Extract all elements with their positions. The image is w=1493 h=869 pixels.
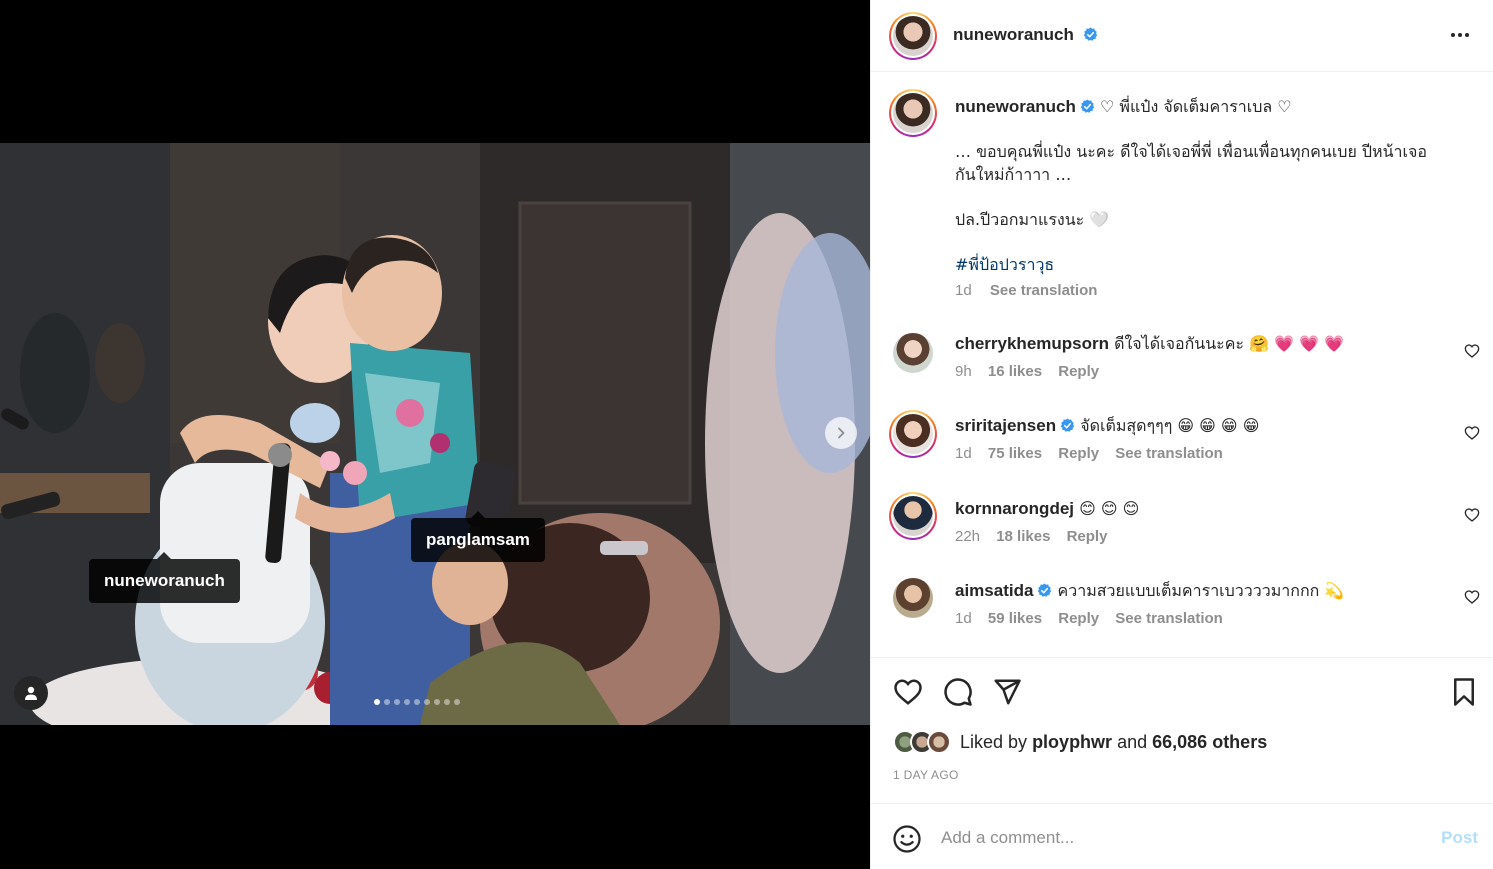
user-tag-nuneworanuch[interactable]: nuneworanuch <box>89 552 240 603</box>
comment-likes[interactable]: 59 likes <box>988 610 1042 627</box>
comment-item: cherrykhemupsorn ดีใจได้เจอกันนะคะ 🤗 💗 💗… <box>955 332 1435 380</box>
liker-avatar[interactable] <box>927 730 951 754</box>
comment-item: kornnarongdej 😊 😊 😊 22h 18 likes Reply <box>955 497 1435 545</box>
comment-avatar[interactable] <box>889 492 937 540</box>
comment-likes[interactable]: 16 likes <box>988 363 1042 380</box>
reply-button[interactable]: Reply <box>1058 445 1099 462</box>
person-icon <box>25 686 37 700</box>
comment-likes[interactable]: 18 likes <box>996 528 1050 545</box>
more-dot <box>1465 33 1469 37</box>
comment-like-heart-icon[interactable] <box>1464 343 1480 359</box>
liked-by-user[interactable]: ployphwr <box>1032 732 1112 752</box>
add-comment-bar: Post <box>871 805 1493 869</box>
caption-username[interactable]: nuneworanuch <box>955 97 1076 116</box>
caption-hashtag[interactable]: #พี่ป้อปวราวุธ <box>955 253 1475 276</box>
caption: nuneworanuch ♡ พี่แป๋ง จัดเต็มคาราเบล ♡ … <box>955 95 1475 299</box>
comment-text: 😊 😊 😊 <box>1079 499 1140 518</box>
post-details-panel: nuneworanuch nuneworanuch ♡ พี่แป๋ง จัดเ… <box>870 0 1493 869</box>
carousel-dot <box>444 699 450 705</box>
reply-button[interactable]: Reply <box>1058 363 1099 380</box>
comment-username[interactable]: cherrykhemupsorn <box>955 334 1109 353</box>
more-dot <box>1458 33 1462 37</box>
photo-illustration <box>0 143 870 725</box>
comment-likes[interactable]: 75 likes <box>988 445 1042 462</box>
carousel-dot <box>384 699 390 705</box>
carousel-indicator <box>374 699 460 705</box>
show-tags-button[interactable] <box>14 676 48 710</box>
comment-text: จัดเต็มสุดๆๆๆ 😁 😁 😁 😁 <box>1080 416 1260 435</box>
verified-badge-icon <box>1080 99 1095 113</box>
carousel-dot <box>414 699 420 705</box>
caption-line-3: ปล.ปีวอกมาแรงนะ 🤍 <box>955 210 1110 229</box>
caption-title: ♡ พี่แป๋ง จัดเต็มคาราเบล ♡ <box>1100 97 1292 116</box>
post-header: nuneworanuch <box>871 0 1493 72</box>
liked-and: and <box>1117 731 1148 752</box>
emoji-icon[interactable] <box>892 824 922 854</box>
comment-username[interactable]: kornnarongdej <box>955 499 1074 518</box>
comment-like-heart-icon[interactable] <box>1464 589 1480 605</box>
verified-badge-icon <box>1060 418 1075 432</box>
header-avatar[interactable] <box>889 12 937 60</box>
comment-like-heart-icon[interactable] <box>1464 425 1480 441</box>
post-dialog: nuneworanuch panglamsam nuneworanuch nun… <box>0 0 1493 869</box>
caption-time[interactable]: 1d <box>955 282 972 299</box>
see-translation-link[interactable]: See translation <box>1115 445 1223 462</box>
caption-avatar[interactable] <box>889 89 937 137</box>
comment-avatar[interactable] <box>893 333 933 373</box>
more-horizontal-icon <box>1451 33 1455 37</box>
header-username[interactable]: nuneworanuch <box>953 25 1074 44</box>
carousel-dot <box>374 699 380 705</box>
comment-avatar[interactable] <box>893 578 933 618</box>
carousel-dot <box>424 699 430 705</box>
verified-badge-icon <box>1038 583 1052 597</box>
comment-text: ความสวยแบบเต็มคาราเบววววมากกก 💫 <box>1057 581 1345 600</box>
carousel-dot <box>454 699 460 705</box>
comment-avatar[interactable] <box>889 410 937 458</box>
comment-time[interactable]: 1d <box>955 610 972 627</box>
bookmark-icon[interactable] <box>1449 677 1479 707</box>
caption-line-2: กันใหม่ก้าาาา … <box>955 165 1072 184</box>
verified-badge-icon <box>1083 27 1097 41</box>
comment-item: aimsatida ความสวยแบบเต็มคาราเบววววมากกก … <box>955 579 1435 627</box>
more-options-button[interactable] <box>1448 25 1472 45</box>
chevron-right-icon <box>838 427 845 439</box>
carousel-dot <box>394 699 400 705</box>
heart-icon[interactable] <box>893 677 923 707</box>
media-pane: nuneworanuch panglamsam <box>0 0 870 869</box>
post-actions: Liked by ployphwr and 66,086 others 1 DA… <box>871 659 1493 804</box>
comment-time[interactable]: 22h <box>955 528 980 545</box>
see-translation-link[interactable]: See translation <box>990 282 1098 299</box>
carousel-dot <box>404 699 410 705</box>
caption-line-1: … ขอบคุณพี่แป๋ง นะคะ ดีใจได้เจอพี่พี่ เพ… <box>955 142 1427 161</box>
comment-username[interactable]: aimsatida <box>955 581 1033 600</box>
comment-input[interactable] <box>941 825 1411 851</box>
post-timestamp[interactable]: 1 DAY AGO <box>893 768 959 782</box>
share-icon[interactable] <box>992 677 1022 707</box>
carousel-next-button[interactable] <box>825 417 857 449</box>
comment-text: ดีใจได้เจอกันนะคะ 🤗 💗 💗 💗 <box>1114 334 1345 353</box>
comment-item: sriritajensen จัดเต็มสุดๆๆๆ 😁 😁 😁 😁 1d 7… <box>955 414 1435 462</box>
post-comment-button[interactable]: Post <box>1441 828 1478 848</box>
user-tag-panglamsam[interactable]: panglamsam <box>411 511 545 562</box>
likes-count[interactable]: 66,086 others <box>1152 732 1267 752</box>
comment-time[interactable]: 1d <box>955 445 972 462</box>
liked-prefix: Liked by <box>960 731 1028 752</box>
reply-button[interactable]: Reply <box>1067 528 1108 545</box>
post-photo[interactable] <box>0 143 870 725</box>
liked-by: Liked by ployphwr and 66,086 others <box>893 729 1267 755</box>
comments-list: nuneworanuch ♡ พี่แป๋ง จัดเต็มคาราเบล ♡ … <box>871 73 1493 658</box>
liked-by-text: Liked by ployphwr and 66,086 others <box>960 732 1267 753</box>
comment-time[interactable]: 9h <box>955 363 972 380</box>
carousel-dot <box>434 699 440 705</box>
comment-username[interactable]: sriritajensen <box>955 416 1056 435</box>
comment-like-heart-icon[interactable] <box>1464 507 1480 523</box>
reply-button[interactable]: Reply <box>1058 610 1099 627</box>
see-translation-link[interactable]: See translation <box>1115 610 1223 627</box>
comment-icon[interactable] <box>943 677 973 707</box>
